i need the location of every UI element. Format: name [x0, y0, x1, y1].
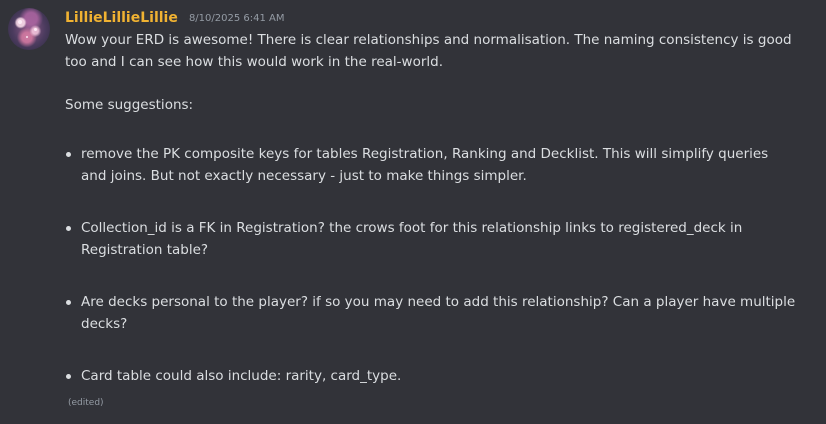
message-timestamp[interactable]: 8/10/2025 6:41 AM [189, 13, 285, 24]
edited-label[interactable]: (edited) [68, 397, 104, 409]
bullet-marker [66, 374, 71, 379]
bullet-1-line-2: and joins. But not exactly necessary - j… [81, 168, 527, 184]
bullet-2-line-1: Collection_id is a FK in Registration? t… [81, 220, 743, 236]
bullet-1-line-1: remove the PK composite keys for tables … [81, 146, 769, 162]
username[interactable]: LillieLillieLillie [65, 10, 178, 26]
message-intro-line-1: Wow your ERD is awesome! There is clear … [65, 32, 792, 48]
suggestions-heading: Some suggestions: [65, 97, 194, 113]
user-avatar[interactable] [8, 8, 50, 50]
bullet-marker [66, 226, 71, 231]
message-header: LillieLillieLillie 8/10/2025 6:41 AM [65, 7, 285, 30]
avatar-sparkle-decoration [26, 36, 28, 38]
avatar-sparkle-decoration [18, 20, 22, 24]
bullet-3-line-2: decks? [81, 316, 128, 332]
chat-message: LillieLillieLillie 8/10/2025 6:41 AM Wow… [0, 0, 826, 424]
message-intro-line-2: too and I can see how this would work in… [65, 54, 444, 70]
bullet-marker [66, 152, 71, 157]
bullet-2-line-2: Registration table? [81, 242, 209, 258]
avatar-sparkle-decoration [34, 28, 37, 31]
bullet-4-line-1: Card table could also include: rarity, c… [81, 368, 402, 384]
bullet-3-line-1: Are decks personal to the player? if so … [81, 294, 796, 310]
bullet-marker [66, 300, 71, 305]
